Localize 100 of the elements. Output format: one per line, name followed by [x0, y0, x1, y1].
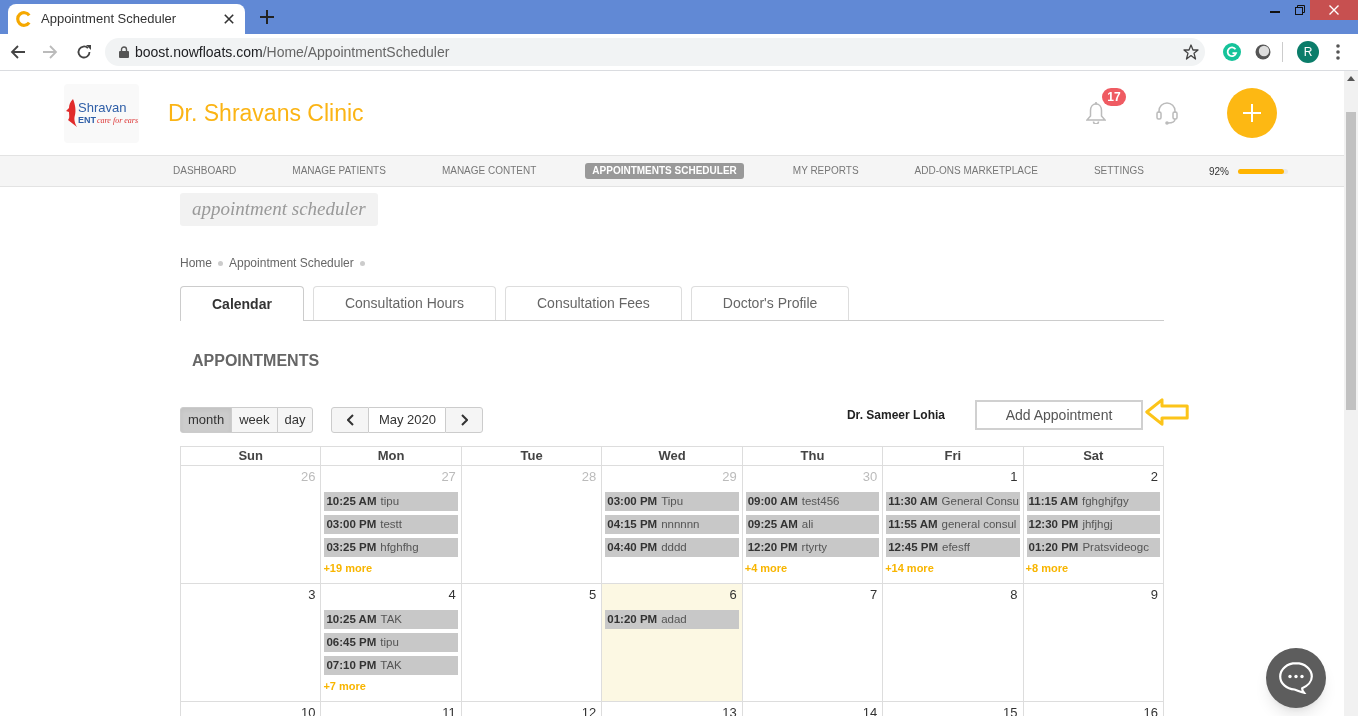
- view-button[interactable]: day: [276, 407, 314, 433]
- close-icon[interactable]: [224, 14, 234, 24]
- arrow-left-icon: [1145, 398, 1189, 426]
- calendar-event[interactable]: 01:20 PM adad: [605, 610, 739, 629]
- calendar-event[interactable]: 12:20 PM rtyrty: [745, 538, 880, 557]
- day-number: 28: [581, 470, 597, 486]
- next-button[interactable]: [445, 407, 484, 433]
- calendar-event[interactable]: 12:45 PM efesff: [886, 538, 1020, 557]
- weekday-header: Thu: [800, 447, 825, 466]
- tab[interactable]: Consultation Hours: [312, 286, 496, 320]
- logo-name: Shravan: [78, 101, 128, 115]
- tab[interactable]: Calendar: [180, 286, 304, 321]
- day-number: 5: [589, 588, 597, 604]
- view-button[interactable]: week: [231, 407, 278, 433]
- plus-icon: [1243, 104, 1261, 122]
- extension-icon[interactable]: [1255, 44, 1271, 60]
- nav-item[interactable]: SETTINGS: [1086, 163, 1151, 179]
- face-profile-icon: [66, 99, 77, 127]
- url-text: boost.nowfloats.com/Home/AppointmentScheduler: [135, 42, 450, 62]
- browser-tab[interactable]: Appointment Scheduler: [8, 4, 245, 34]
- nav-item[interactable]: MANAGE CONTENT: [434, 163, 544, 179]
- calendar-event[interactable]: 06:45 PM tipu: [324, 633, 458, 652]
- reload-icon[interactable]: [76, 44, 92, 60]
- calendar-event[interactable]: 12:30 PM jhfjhgj: [1026, 515, 1160, 534]
- day-cell[interactable]: 7: [742, 584, 884, 702]
- weekday-header: Sun: [238, 447, 263, 466]
- day-number: 27: [441, 470, 456, 486]
- address-bar[interactable]: boost.nowfloats.com/Home/AppointmentScheduler: [105, 38, 1205, 66]
- tab[interactable]: Doctor's Profile: [690, 286, 850, 320]
- favicon-icon: [16, 11, 32, 27]
- chevron-left-icon: [346, 414, 354, 426]
- calendar-event[interactable]: 04:40 PM dddd: [605, 538, 739, 557]
- day-cell[interactable]: 8: [883, 584, 1024, 702]
- calendar-event[interactable]: 09:25 AM ali: [745, 515, 880, 534]
- chat-button[interactable]: [1266, 648, 1326, 708]
- nav-item[interactable]: DASHBOARD: [166, 163, 244, 179]
- day-cell[interactable]: 5: [461, 584, 603, 702]
- day-cell[interactable]: 2 11:15 AM fghghjfgy 12:30 PM jhfjhgj 01:20 PM Pratsvideogc +8 more: [1023, 466, 1164, 584]
- calendar-event[interactable]: 01:20 PM Pratsvideogc: [1026, 538, 1160, 557]
- calendar-event[interactable]: 11:55 AM general consul: [886, 515, 1020, 534]
- tab[interactable]: Consultation Fees: [505, 286, 682, 320]
- separator-dot-icon: [359, 260, 365, 266]
- day-cell[interactable]: 27 10:25 AM tipu 03:00 PM testt 03:25 PM hfghfhg +19 more: [321, 466, 462, 584]
- nav-item[interactable]: MY REPORTS: [785, 163, 866, 179]
- chat-bubble-icon: [1279, 662, 1313, 694]
- weekday-header: Sat: [1083, 447, 1104, 466]
- day-cell[interactable]: 30 09:00 AM test456 09:25 AM ali 12:20 PM rtyrty +4 more: [742, 466, 884, 584]
- page-title: appointment scheduler: [192, 197, 366, 222]
- view-button[interactable]: month: [180, 407, 233, 433]
- doctor-name: Dr. Sameer Lohia: [846, 407, 945, 424]
- back-arrow-icon[interactable]: [10, 44, 26, 60]
- weekday-header: Wed: [658, 447, 686, 466]
- day-number: 3: [308, 588, 316, 604]
- day-number: 4: [448, 588, 456, 604]
- day-cell[interactable]: 3: [181, 584, 322, 702]
- calendar-event[interactable]: 04:15 PM nnnnnn: [605, 515, 739, 534]
- weekday-header: Mon: [377, 447, 405, 466]
- plus-icon[interactable]: [260, 10, 274, 24]
- weekday-header: Fri: [944, 447, 962, 466]
- nav-item[interactable]: ADD-ONS MARKETPLACE: [907, 163, 1045, 179]
- day-number: 8: [1010, 588, 1018, 604]
- day-number: 6: [729, 588, 737, 604]
- section-title: APPOINTMENTS: [191, 353, 321, 369]
- previous-button[interactable]: [331, 407, 370, 433]
- breadcrumb-link[interactable]: Home: [180, 254, 212, 272]
- day-cell[interactable]: 4 10:25 AM TAK 06:45 PM tipu 07:10 PM TAK +7 more: [321, 584, 462, 702]
- calendar-event[interactable]: 07:10 PM TAK: [324, 656, 458, 675]
- completion-reading: 92%: [1209, 164, 1229, 179]
- day-cell[interactable]: 1 11:30 AM General Consu 11:55 AM general consul 12:45 PM efesff +14 more: [883, 466, 1024, 584]
- day-cell[interactable]: 29 03:00 PM Tipu 04:15 PM nnnnnn 04:40 PM dddd: [602, 466, 743, 584]
- calendar-event[interactable]: 03:00 PM testt: [324, 515, 458, 534]
- logo-subtitle: ENT: [78, 115, 96, 125]
- calendar-event[interactable]: 11:15 AM fghghjfgy: [1026, 492, 1160, 511]
- scroll-up-icon[interactable]: [1347, 76, 1355, 81]
- nav-item[interactable]: MANAGE PATIENTS: [285, 163, 393, 179]
- more-menu-icon[interactable]: [1336, 44, 1340, 60]
- scrollbar-thumb[interactable]: [1346, 112, 1356, 410]
- day-number: 26: [300, 470, 316, 486]
- separator-dot-icon: [218, 260, 223, 266]
- day-cell[interactable]: 6 01:20 PM adad: [602, 584, 743, 702]
- lock-icon: [119, 46, 129, 58]
- day-number: 2: [1150, 470, 1158, 486]
- calendar-event[interactable]: 10:25 AM TAK: [324, 610, 458, 629]
- restore-icon[interactable]: [1295, 5, 1305, 15]
- add-appointment-button[interactable]: Add Appointment: [975, 400, 1143, 430]
- scrollbar-track[interactable]: [1344, 71, 1358, 716]
- chevron-right-icon: [460, 414, 468, 426]
- calendar-event[interactable]: 11:30 AM General Consu: [886, 492, 1020, 511]
- close-icon: [1329, 5, 1339, 15]
- calendar-event[interactable]: 10:25 AM tipu: [324, 492, 458, 511]
- weekday-header: Tue: [520, 447, 543, 466]
- calendar-event[interactable]: 09:00 AM test456: [745, 492, 880, 511]
- calendar-event[interactable]: 03:25 PM hfghfhg: [324, 538, 458, 557]
- day-number: 7: [869, 588, 878, 604]
- calendar-event[interactable]: 03:00 PM Tipu: [605, 492, 739, 511]
- profile-avatar[interactable]: R: [1297, 41, 1319, 63]
- breadcrumb-link[interactable]: Appointment Scheduler: [229, 254, 354, 272]
- clinic-name: Dr. Shravans Clinic: [168, 98, 364, 128]
- star-icon[interactable]: [1183, 44, 1199, 60]
- day-cell[interactable]: 9: [1023, 584, 1164, 702]
